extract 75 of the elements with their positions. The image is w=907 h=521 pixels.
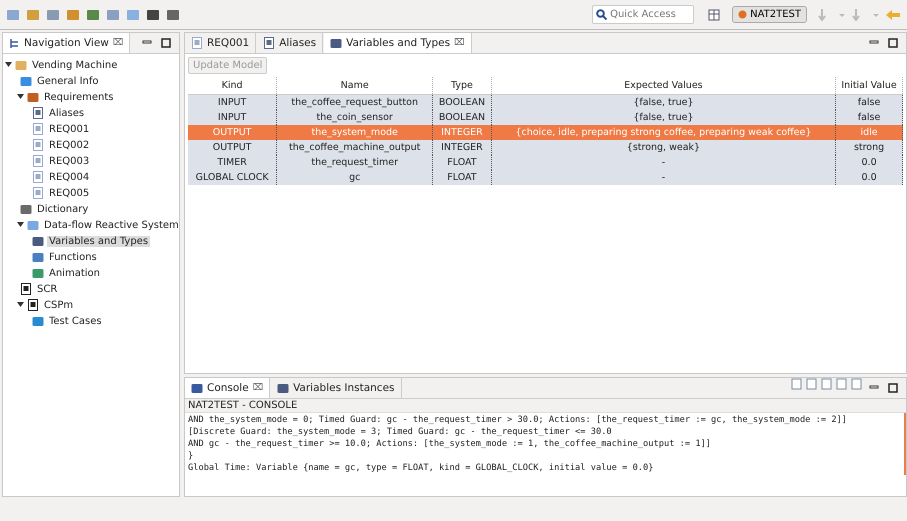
table-cell: false: [836, 94, 902, 110]
console-title: NAT2TEST - CONSOLE: [185, 399, 906, 413]
table-row[interactable]: GLOBAL CLOCK gc FLOAT - 0.0: [188, 170, 902, 185]
table-cell: OUTPUT: [188, 125, 277, 140]
console-line: AND the_system_mode = 0; Timed Guard: gc - the_request_timer > 30.0; Actions: [the_request_timer := gc, the_system_mode := 2]]: [188, 414, 848, 426]
table-row[interactable]: INPUT the_coffee_request_button BOOLEAN {false, true} false: [188, 94, 902, 110]
column-header[interactable]: Type: [432, 77, 492, 94]
table-cell: INPUT: [188, 110, 277, 125]
console-tab[interactable]: Console ⌧: [185, 378, 270, 398]
console-line: Global Time: Variable {name = gc, type = FLOAT, kind = GLOBAL_CLOCK, initial value = 0.0}: [188, 462, 654, 474]
table-cell: -: [491, 170, 836, 185]
close-icon[interactable]: ⌧: [252, 383, 264, 393]
console-line: }: [188, 450, 194, 462]
table-cell: the_system_mode: [276, 125, 433, 140]
tree-item[interactable]: Test Cases: [47, 316, 104, 326]
console-line: AND gc - the_request_timer >= 10.0; Actions: [the_system_mode := 1, the_coffee_machine_output := 1]]: [188, 438, 712, 450]
table-cell: the_request_timer: [276, 155, 433, 170]
column-header[interactable]: Expected Values: [491, 77, 836, 94]
table-cell: INPUT: [188, 94, 277, 110]
table-cell: {false, true}: [491, 110, 836, 125]
console-tab[interactable]: Variables Instances: [271, 378, 402, 398]
tree-item[interactable]: Data-flow Reactive System: [42, 220, 181, 230]
tree-item[interactable]: Functions: [47, 252, 99, 262]
table-cell: gc: [276, 170, 433, 185]
table-cell: 0.0: [836, 155, 902, 170]
close-icon[interactable]: ⌧: [112, 38, 124, 48]
table-cell: BOOLEAN: [432, 110, 492, 125]
table-cell: {false, true}: [491, 94, 836, 110]
table-cell: the_coffee_request_button: [276, 94, 433, 110]
editor-tab[interactable]: REQ001: [185, 33, 256, 53]
table-cell: BOOLEAN: [432, 94, 492, 110]
tree-item[interactable]: SCR: [35, 284, 60, 294]
tree-item[interactable]: Requirements: [42, 92, 116, 102]
tree-item[interactable]: REQ005: [47, 188, 92, 198]
tree-item[interactable]: General Info: [35, 76, 101, 86]
editor-tab[interactable]: Variables and Types ⌧: [324, 33, 472, 53]
table-cell: OUTPUT: [188, 140, 277, 155]
console-line: [Discrete Guard: the_system_mode = 3; Timed Guard: gc - the_request_timer <= 30.0: [188, 426, 613, 438]
column-header[interactable]: Initial Value: [836, 77, 902, 94]
tree-item[interactable]: REQ002: [47, 140, 92, 150]
table-cell: the_coin_sensor: [276, 110, 433, 125]
table-cell: the_coffee_machine_output: [276, 140, 433, 155]
tree-item[interactable]: Variables and Types: [47, 236, 150, 246]
tree-item[interactable]: Vending Machine: [30, 60, 120, 70]
quick-access-field[interactable]: Quick Access: [610, 9, 688, 20]
navigation-tab[interactable]: Navigation View ⌧: [3, 33, 130, 53]
table-cell: INTEGER: [432, 125, 492, 140]
editor-tab[interactable]: Aliases: [257, 33, 324, 53]
table-cell: -: [491, 155, 836, 170]
table-row[interactable]: INPUT the_coin_sensor BOOLEAN {false, true} false: [188, 110, 902, 125]
table-row[interactable]: OUTPUT the_coffee_machine_output INTEGER {strong, weak} strong: [188, 140, 902, 155]
table-cell: TIMER: [188, 155, 277, 170]
tree-item[interactable]: REQ004: [47, 172, 92, 182]
table-cell: INTEGER: [432, 140, 492, 155]
tree-item[interactable]: REQ003: [47, 156, 92, 166]
quick-access-box[interactable]: Quick Access: [592, 5, 694, 24]
tree-item[interactable]: Animation: [47, 268, 102, 278]
table-cell: FLOAT: [432, 170, 492, 185]
table-cell: GLOBAL CLOCK: [188, 170, 277, 185]
table-cell: {strong, weak}: [491, 140, 836, 155]
table-cell: strong: [836, 140, 902, 155]
tree-item[interactable]: Dictionary: [35, 204, 90, 214]
tree-item[interactable]: REQ001: [47, 124, 92, 134]
table-cell: idle: [836, 125, 902, 140]
column-header[interactable]: Kind: [188, 77, 277, 94]
table-row[interactable]: TIMER the_request_timer FLOAT - 0.0: [188, 155, 902, 170]
column-header[interactable]: Name: [276, 77, 433, 94]
table-cell: 0.0: [836, 170, 902, 185]
table-cell: {choice, idle, preparing strong coffee, preparing weak coffee}: [491, 125, 836, 140]
perspective-button[interactable]: NAT2TEST: [732, 6, 807, 23]
close-icon[interactable]: ⌧: [454, 38, 464, 48]
tree-item[interactable]: CSPm: [42, 300, 76, 310]
table-cell: FLOAT: [432, 155, 492, 170]
table-cell: false: [836, 110, 902, 125]
tree-item[interactable]: Aliases: [47, 108, 86, 118]
